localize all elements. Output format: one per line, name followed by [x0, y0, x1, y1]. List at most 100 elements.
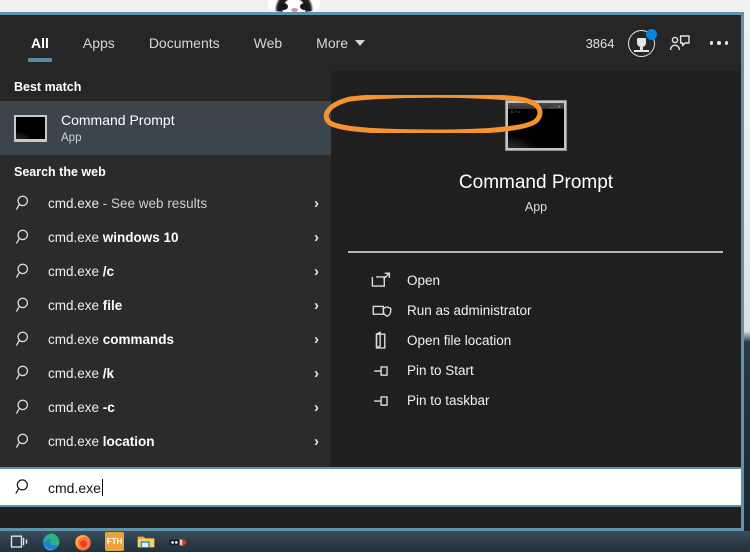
search-icon: [16, 399, 29, 414]
chevron-right-icon[interactable]: ›: [314, 331, 319, 348]
search-icon: [16, 229, 29, 244]
tab-more[interactable]: More: [299, 15, 382, 71]
command-prompt-icon-text: C:\>: [511, 111, 521, 115]
search-the-web-section: Search the web cmd.exe - See web results…: [0, 155, 331, 458]
start-search-window: All Apps Documents Web More 3864 Best ma…: [0, 12, 744, 531]
notification-dot-icon: [645, 28, 657, 40]
app-hero: —□✕ C:\> Command Prompt App: [331, 71, 741, 244]
file-explorer-icon[interactable]: [136, 532, 156, 552]
taskbar: FTH: [0, 531, 750, 552]
chevron-right-icon[interactable]: ›: [314, 263, 319, 280]
fth-label: FTH: [106, 537, 123, 546]
shield-window-icon: [371, 300, 393, 320]
folder-open-icon: [371, 330, 393, 350]
action-label: Open file location: [407, 332, 512, 348]
command-prompt-icon: [14, 114, 47, 142]
action-label: Open: [407, 272, 441, 288]
web-suggestion-row[interactable]: cmd.exe location ›: [0, 424, 331, 458]
tab-web-label: Web: [253, 35, 283, 51]
web-suggestion-row[interactable]: cmd.exe commands ›: [0, 322, 331, 356]
fth-icon[interactable]: FTH: [105, 532, 124, 551]
best-match-section: Best match Command Prompt App: [0, 71, 331, 155]
chevron-right-icon[interactable]: ›: [314, 195, 319, 212]
trophy-badge-icon[interactable]: [627, 28, 657, 57]
action-row-pin-to-start[interactable]: Pin to Start: [331, 355, 741, 385]
tab-apps[interactable]: Apps: [66, 15, 132, 71]
pin-icon: [371, 360, 393, 380]
tab-documents[interactable]: Documents: [132, 15, 237, 71]
task-view-icon[interactable]: [9, 532, 29, 552]
app-actions-list: Open Run as administrator Open file locati…: [331, 253, 741, 415]
app-details-pane: —□✕ C:\> Command Prompt App Open Run as a…: [323, 71, 741, 478]
best-match-text: Command Prompt App: [61, 111, 175, 146]
rewards-points-count: 3864: [585, 35, 615, 51]
search-icon: [16, 263, 29, 278]
header-actions: 3864: [586, 15, 733, 71]
tool-icon[interactable]: [168, 532, 188, 552]
search-header: All Apps Documents Web More 3864: [0, 15, 741, 71]
tab-all[interactable]: All: [14, 15, 66, 71]
best-match-result-row[interactable]: Command Prompt App: [0, 101, 331, 155]
search-results-body: Best match Command Prompt App Search the…: [0, 71, 741, 478]
search-input-value: cmd.exe: [48, 479, 101, 496]
search-the-web-heading: Search the web: [14, 165, 106, 179]
search-icon: [15, 479, 28, 494]
chevron-down-icon: [355, 40, 366, 46]
chevron-right-icon[interactable]: ›: [314, 399, 319, 416]
search-input[interactable]: cmd.exe: [48, 478, 104, 496]
feedback-person-icon[interactable]: [668, 31, 692, 55]
text-caret: [101, 478, 104, 496]
search-icon: [16, 433, 29, 448]
action-label: Pin to taskbar: [407, 392, 490, 408]
web-suggestion-label: cmd.exe - See web results: [48, 195, 208, 211]
web-suggestion-row[interactable]: cmd.exe /k ›: [0, 356, 331, 390]
chevron-right-icon[interactable]: ›: [314, 433, 319, 450]
best-match-title: Command Prompt: [61, 111, 175, 128]
firefox-icon[interactable]: [73, 532, 93, 552]
best-match-subtitle: App: [61, 131, 82, 144]
chevron-right-icon[interactable]: ›: [314, 365, 319, 382]
results-pane: Best match Command Prompt App Search the…: [0, 71, 331, 478]
best-match-heading: Best match: [14, 80, 82, 94]
pin-icon: [371, 390, 393, 410]
wallpaper-panda-image: [268, 0, 320, 12]
web-suggestion-label: cmd.exe windows 10: [48, 229, 179, 245]
tab-more-label: More: [316, 35, 349, 51]
web-suggestion-label: cmd.exe commands: [48, 331, 175, 347]
web-suggestion-label: cmd.exe /c: [48, 263, 115, 279]
search-icon: [16, 331, 29, 346]
web-suggestion-list: cmd.exe - See web results › cmd.exe window…: [0, 186, 331, 458]
search-icon: [16, 365, 29, 380]
web-suggestion-row[interactable]: cmd.exe /c ›: [0, 254, 331, 288]
command-prompt-icon: —□✕ C:\>: [506, 101, 566, 150]
web-suggestion-label: cmd.exe /k: [48, 365, 115, 381]
search-input-bar[interactable]: cmd.exe: [0, 467, 741, 507]
web-suggestion-label: cmd.exe location: [48, 433, 155, 449]
web-suggestion-row[interactable]: cmd.exe file ›: [0, 288, 331, 322]
action-row-open[interactable]: Open: [331, 265, 741, 295]
chevron-right-icon[interactable]: ›: [314, 297, 319, 314]
web-suggestion-label: cmd.exe file: [48, 297, 123, 313]
tab-web[interactable]: Web: [237, 15, 300, 71]
action-label: Run as administrator: [407, 302, 532, 318]
tab-documents-label: Documents: [148, 35, 220, 51]
action-row-run-as-administrator[interactable]: Run as administrator: [331, 295, 741, 325]
action-row-open-file-location[interactable]: Open file location: [331, 325, 741, 355]
web-suggestion-row[interactable]: cmd.exe - See web results ›: [0, 186, 331, 220]
tab-apps-label: Apps: [82, 35, 115, 51]
app-details-title: Command Prompt: [458, 172, 614, 193]
web-suggestion-label: cmd.exe -c: [48, 399, 115, 415]
chevron-right-icon[interactable]: ›: [314, 229, 319, 246]
open-window-icon: [371, 270, 393, 290]
search-filter-tabs: All Apps Documents Web More: [0, 15, 382, 71]
tab-all-label: All: [31, 35, 49, 51]
search-icon: [16, 297, 29, 312]
ellipsis-icon[interactable]: [705, 41, 734, 45]
app-details-subtitle: App: [524, 200, 548, 214]
action-row-pin-to-taskbar[interactable]: Pin to taskbar: [331, 385, 741, 415]
web-suggestion-row[interactable]: cmd.exe windows 10 ›: [0, 220, 331, 254]
action-label: Pin to Start: [407, 362, 474, 378]
web-suggestion-row[interactable]: cmd.exe -c ›: [0, 390, 331, 424]
edge-icon[interactable]: [41, 532, 61, 552]
search-icon: [16, 195, 29, 210]
